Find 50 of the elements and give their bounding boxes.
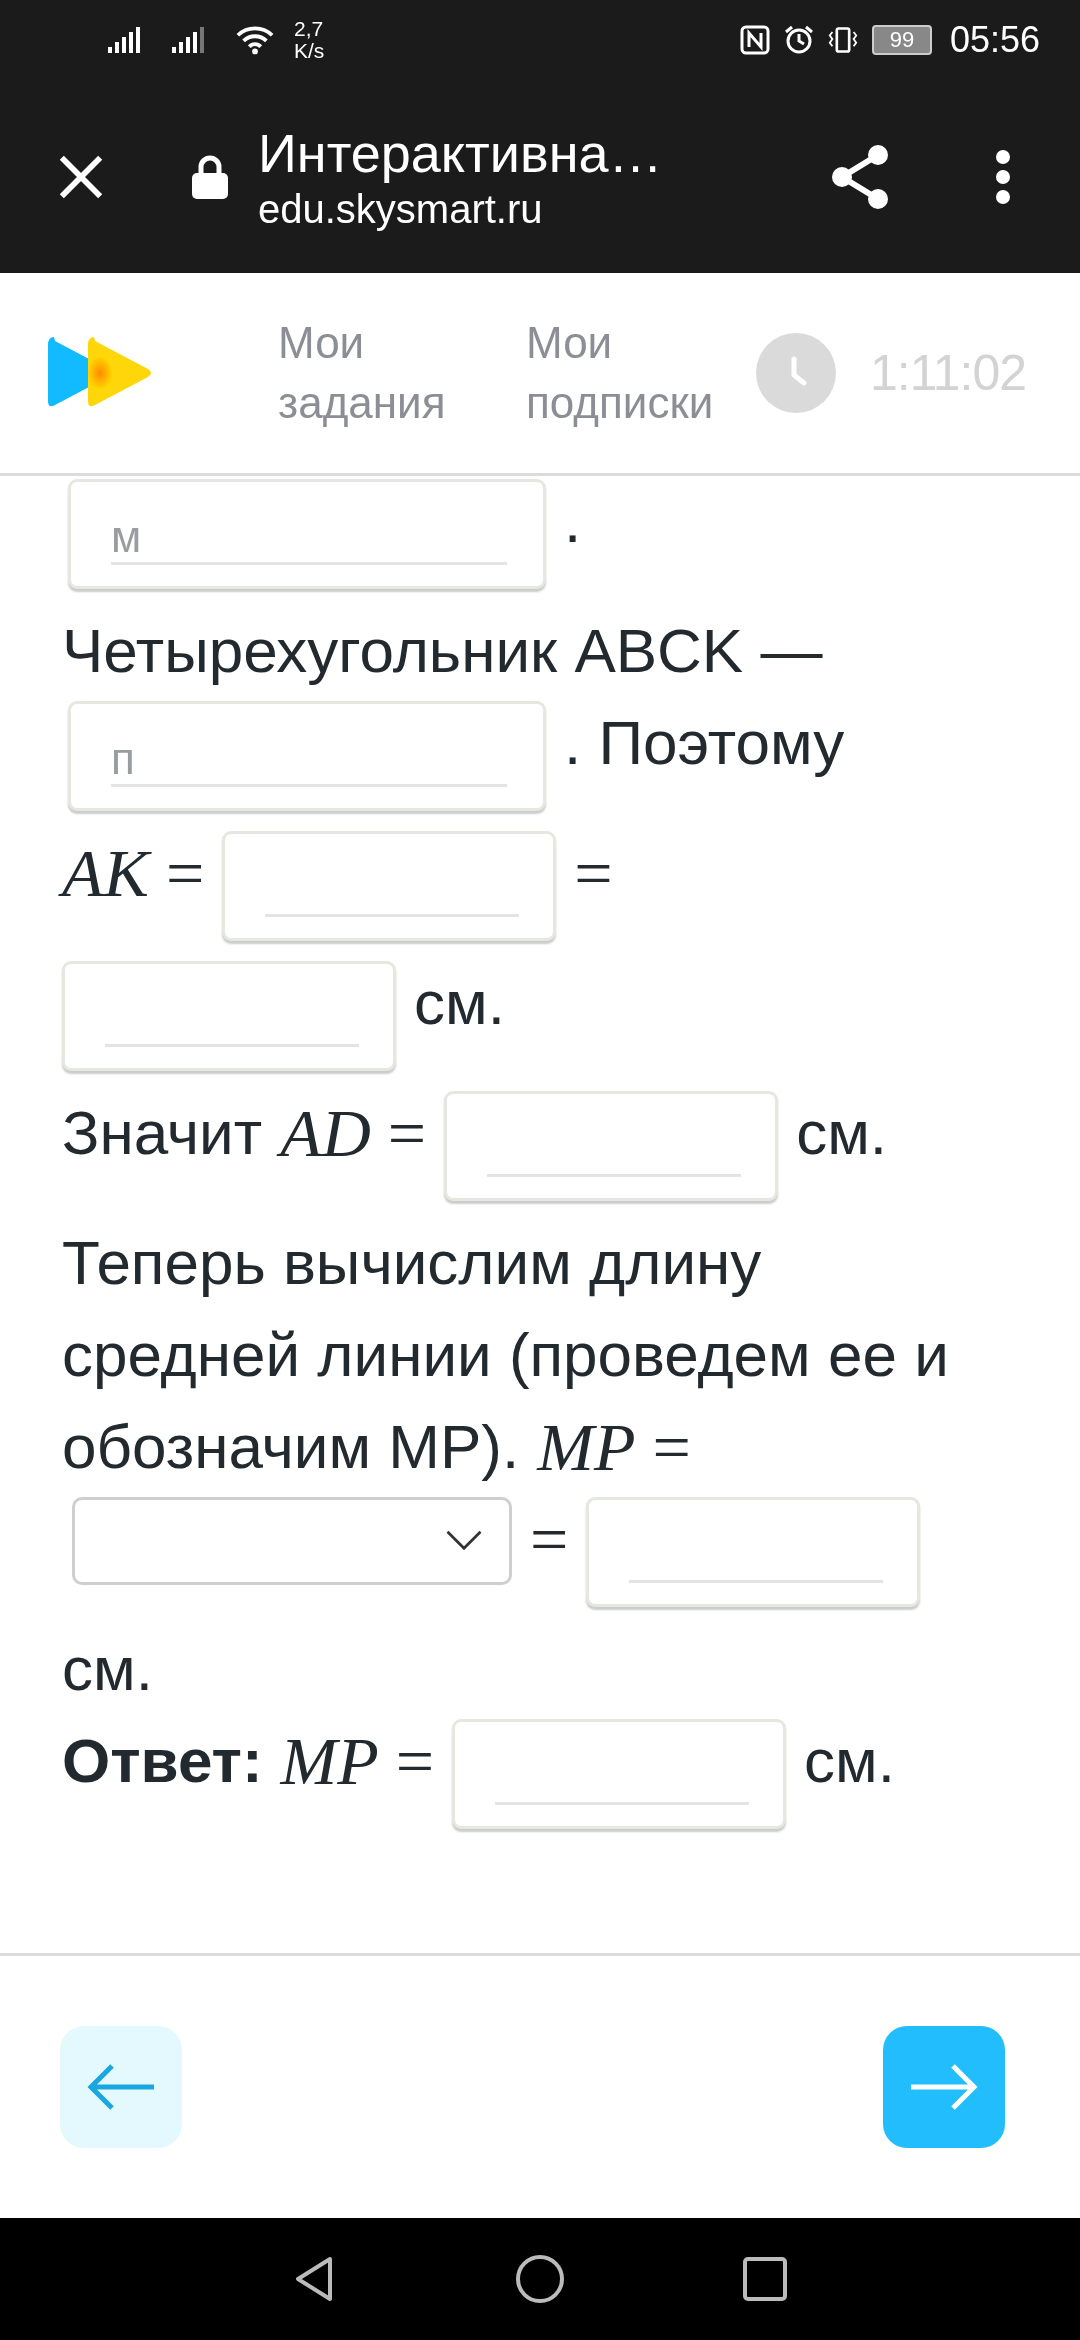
answer-field[interactable] bbox=[452, 1719, 787, 1829]
math-expression: MP = bbox=[537, 1408, 691, 1487]
text: . bbox=[564, 485, 582, 557]
text: см. bbox=[796, 1097, 887, 1169]
text: обозначим MP). bbox=[62, 1411, 520, 1483]
speed-value: 2,7 bbox=[294, 18, 325, 40]
signal-icon bbox=[108, 27, 140, 53]
vibrate-icon bbox=[827, 25, 858, 55]
next-button[interactable] bbox=[883, 2026, 1005, 2148]
math-expression: = bbox=[530, 1500, 569, 1579]
text: см. bbox=[414, 967, 505, 1039]
text: . Поэтому bbox=[564, 707, 845, 779]
alarm-icon bbox=[783, 25, 814, 55]
lock-icon bbox=[192, 154, 228, 199]
clock-icon bbox=[756, 333, 836, 413]
recents-icon[interactable] bbox=[740, 2254, 790, 2304]
nav-link[interactable]: Мои задания bbox=[278, 313, 468, 433]
answer-label: Ответ: bbox=[62, 1725, 263, 1797]
battery-icon: 99 bbox=[871, 25, 932, 55]
answer-field[interactable] bbox=[586, 1497, 921, 1607]
math-expression: MP = bbox=[280, 1722, 435, 1801]
share-icon[interactable] bbox=[830, 144, 890, 209]
math-expression: = bbox=[574, 834, 613, 913]
status-time: 05:56 bbox=[949, 19, 1040, 61]
chevron-icon bbox=[445, 1530, 483, 1552]
text: средней линии (проведем ее и bbox=[62, 1319, 949, 1391]
text: см. bbox=[804, 1725, 895, 1797]
home-icon[interactable] bbox=[515, 2254, 565, 2304]
signal-icon bbox=[172, 27, 204, 53]
answer-field[interactable]: м bbox=[68, 479, 546, 589]
speed-unit: K/s bbox=[294, 40, 325, 62]
more-icon[interactable] bbox=[996, 149, 1010, 204]
answer-field[interactable] bbox=[444, 1091, 779, 1201]
page-url: edu.skysmart.ru bbox=[258, 185, 544, 233]
page-title: Интерактивна… bbox=[258, 121, 664, 185]
logo-icon[interactable] bbox=[48, 337, 154, 409]
nav-link[interactable]: Мои подписки bbox=[526, 313, 746, 433]
left-arrow-icon bbox=[86, 2062, 156, 2112]
back-button[interactable] bbox=[60, 2026, 182, 2148]
text: Теперь вычислим длину bbox=[62, 1227, 762, 1299]
text: см. bbox=[62, 1633, 153, 1705]
nfc-icon bbox=[739, 25, 770, 55]
answer-field[interactable] bbox=[222, 831, 557, 941]
answer-field[interactable]: п bbox=[68, 701, 546, 811]
wifi-icon bbox=[236, 25, 274, 55]
answer-field[interactable] bbox=[62, 961, 396, 1071]
dropdown[interactable] bbox=[72, 1497, 512, 1585]
text: Четырехугольник ABCK — bbox=[62, 615, 823, 687]
text: Значит bbox=[62, 1097, 263, 1169]
right-arrow-icon bbox=[909, 2062, 979, 2112]
